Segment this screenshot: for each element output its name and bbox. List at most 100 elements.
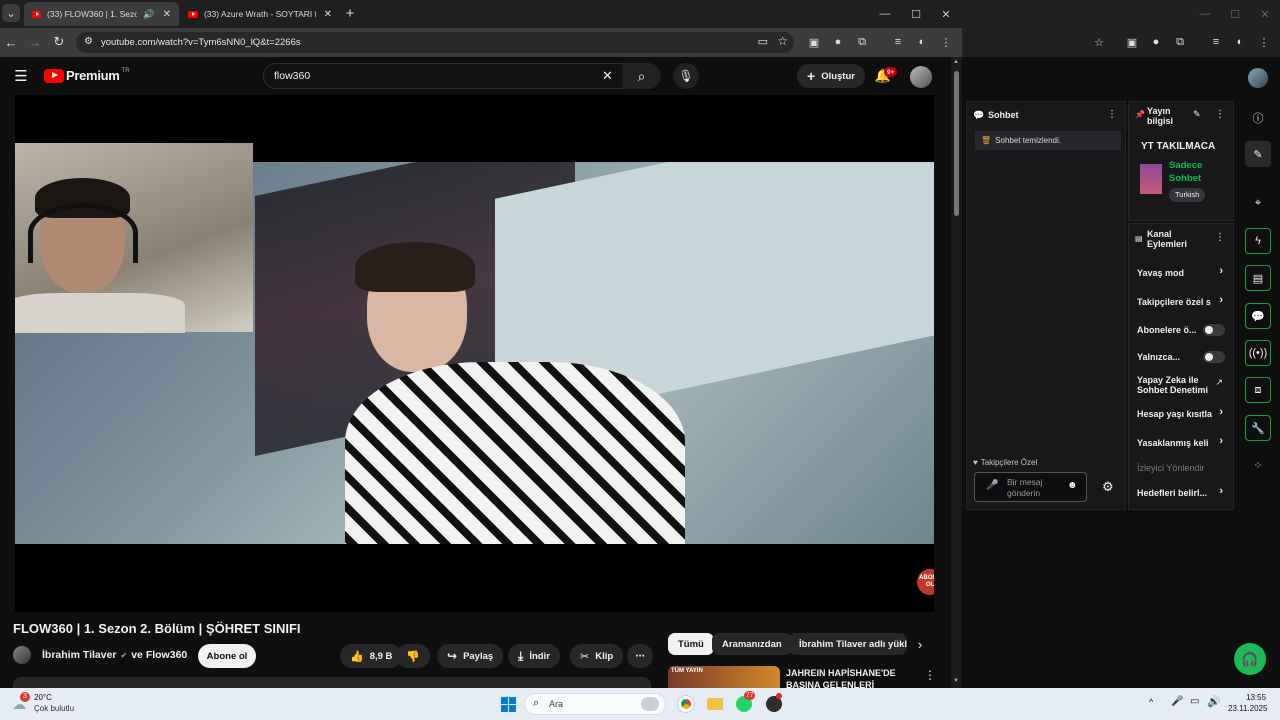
chat-icon[interactable]: 💬 xyxy=(1245,303,1271,329)
tab-close-icon[interactable]: ✕ xyxy=(163,9,171,20)
creator-avatar[interactable] xyxy=(1248,68,1268,88)
edit-pencil-icon[interactable]: ✎ xyxy=(1193,109,1201,120)
support-headset-button[interactable]: 🎧 xyxy=(1234,643,1266,675)
chip-channel-uploads[interactable]: İbrahim Tilaver adlı yükle xyxy=(789,633,907,655)
extensions-puzzle-icon[interactable]: ⧉ xyxy=(1171,33,1189,51)
clear-search-icon[interactable]: ✕ xyxy=(602,68,613,84)
only-row[interactable]: Yalnızca... xyxy=(1137,352,1203,362)
chip-all[interactable]: Tümü xyxy=(668,633,714,655)
scroll-down-arrow[interactable]: ▼ xyxy=(953,678,959,684)
subscribe-button[interactable]: Abone ol xyxy=(198,644,256,668)
page-scrollbar[interactable]: ▲ ▼ xyxy=(951,57,962,688)
slow-mode-row[interactable]: Yavaş mod xyxy=(1137,268,1229,278)
document-icon[interactable]: ▤ xyxy=(1245,265,1271,291)
file-explorer-icon[interactable] xyxy=(704,693,726,715)
tab-azure-wrath[interactable]: (33) Azure Wrath - SOYTARI fe ✕ xyxy=(180,2,340,26)
profile-icon[interactable]: ◐ xyxy=(913,33,931,51)
dislike-button[interactable]: 👎 xyxy=(396,644,430,668)
avatar[interactable] xyxy=(910,66,932,88)
wrench-icon[interactable]: 🔧 xyxy=(1245,415,1271,441)
back-icon[interactable]: ← xyxy=(2,33,20,51)
only-toggle[interactable] xyxy=(1203,351,1225,363)
subscribers-only-toggle[interactable] xyxy=(1203,324,1225,336)
chips-next-icon[interactable]: › xyxy=(912,635,928,653)
goals-row[interactable]: Hedefleri belirl... xyxy=(1137,488,1223,498)
tray-overflow-icon[interactable]: ^ xyxy=(1149,697,1153,707)
video-player[interactable]: ABONE OL xyxy=(15,95,934,612)
maximize-button[interactable]: ☐ xyxy=(901,4,931,24)
mic-icon[interactable]: 🎤 xyxy=(986,480,998,491)
tab-search-icon[interactable]: ⌄ xyxy=(2,4,20,22)
close-window-button[interactable]: ✕ xyxy=(1250,4,1280,24)
tray-network-icon[interactable]: ▭ xyxy=(1190,696,1199,707)
followers-only-row[interactable]: Takipçilere özel s xyxy=(1137,297,1223,307)
cast-icon[interactable]: ▭ xyxy=(758,35,768,48)
taskbar-search[interactable]: ⌕ Ara xyxy=(524,693,666,715)
stream-category[interactable]: Sadece Sohbet xyxy=(1169,159,1219,185)
account-age-row[interactable]: Hesap yaşı kısıtla xyxy=(1137,409,1223,419)
channel-name[interactable]: İbrahim Tilaver ✔ ve Flow360 xyxy=(42,649,187,661)
more-tools-icon[interactable]: ⁘ xyxy=(1245,452,1271,478)
youtube-logo[interactable]: Premium TR xyxy=(44,68,130,83)
close-window-button[interactable]: ✕ xyxy=(931,4,961,24)
new-tab-icon[interactable]: + xyxy=(341,4,359,22)
chip-from-search[interactable]: Aramanızdan xyxy=(712,633,792,655)
channel-avatar[interactable] xyxy=(13,646,31,664)
stream-info-menu-icon[interactable]: ⋮ xyxy=(1215,109,1225,120)
bookmark-star-icon[interactable]: ☆ xyxy=(1090,33,1108,51)
chat-menu-icon[interactable]: ⋮ xyxy=(1107,109,1117,120)
lightning-icon[interactable]: ϟ xyxy=(1245,228,1271,254)
weather-widget[interactable]: ☁ 3 20°C Çok bulutlu xyxy=(12,692,92,716)
download-button[interactable]: ⤓ İndir xyxy=(508,644,560,668)
media-control-icon[interactable]: ≡ xyxy=(1207,33,1225,51)
subscribers-only-row[interactable]: Abonelere ö... xyxy=(1137,325,1203,335)
extension-globe-icon[interactable]: ● xyxy=(1147,33,1165,51)
bookmark-star-icon[interactable]: ☆ xyxy=(777,34,788,48)
site-info-icon[interactable]: ⚙ xyxy=(84,36,93,47)
scroll-up-arrow[interactable]: ▲ xyxy=(953,59,959,65)
recommended-thumbnail[interactable]: TÜM YAYIN xyxy=(668,666,780,688)
scrollbar-thumb[interactable] xyxy=(954,71,959,216)
info-icon[interactable]: ⓘ xyxy=(1245,105,1271,131)
ai-moderation-row[interactable]: Yapay Zeka ile Sohbet Denetimi xyxy=(1137,375,1217,395)
chat-input[interactable]: 🎤 Bir mesaj gönderin ☻ xyxy=(974,472,1087,502)
media-control-icon[interactable]: ≡ xyxy=(889,33,907,51)
recommended-menu-icon[interactable]: ⋮ xyxy=(924,667,936,683)
pencil-icon[interactable]: ✎ xyxy=(1245,141,1271,167)
tab-close-icon[interactable]: ✕ xyxy=(324,9,332,20)
extension-icon[interactable]: ▣ xyxy=(1123,33,1141,51)
minimize-button[interactable]: — xyxy=(1190,4,1220,24)
video-manager-icon[interactable]: ⧈ xyxy=(1245,377,1271,403)
channel-actions-menu-icon[interactable]: ⋮ xyxy=(1215,232,1225,243)
voice-search-icon[interactable]: 🎙 xyxy=(673,63,699,89)
minimize-button[interactable]: — xyxy=(870,4,900,24)
extensions-puzzle-icon[interactable]: ⧉ xyxy=(853,33,871,51)
forward-icon[interactable]: → xyxy=(26,33,44,51)
audio-icon[interactable]: 🔊 xyxy=(143,9,154,20)
extension-icon[interactable]: ▣ xyxy=(805,33,823,51)
screenshot-icon[interactable]: ⌖ xyxy=(1245,190,1271,216)
profile-icon[interactable]: ◐ xyxy=(1231,33,1249,51)
language-tag[interactable]: Turkish xyxy=(1169,188,1206,202)
slow-mode-chevron-icon[interactable]: › xyxy=(1219,265,1223,277)
tray-volume-icon[interactable]: 🔊 xyxy=(1207,695,1221,708)
banned-words-chevron-icon[interactable]: › xyxy=(1219,435,1223,447)
banned-words-row[interactable]: Yasaklanmış keli xyxy=(1137,438,1223,448)
clip-button[interactable]: ✂ Klip xyxy=(570,644,624,668)
create-button[interactable]: + Oluştur xyxy=(797,64,865,88)
search-button[interactable]: ⌕ xyxy=(622,63,661,89)
recommended-title[interactable]: JAHREIN HAPİSHANE'DE BASINA GELENLERİ xyxy=(786,667,906,688)
hamburger-menu-icon[interactable]: ☰ xyxy=(12,67,30,85)
emoji-icon[interactable]: ☻ xyxy=(1067,480,1078,491)
more-actions-button[interactable]: ⋯ xyxy=(627,644,653,668)
description-box[interactable] xyxy=(13,677,651,688)
tab-flow360[interactable]: (33) FLOW360 | 1. Sezon 2. 🔊 ✕ xyxy=(24,2,179,26)
chrome-icon[interactable] xyxy=(675,693,697,715)
clock-date[interactable]: 23.11.2025 xyxy=(1228,704,1267,713)
like-button[interactable]: 👍 8,9 B xyxy=(340,644,403,668)
subscribe-watermark[interactable]: ABONE OL xyxy=(917,569,934,595)
address-bar[interactable]: ⚙ youtube.com/watch?v=Tym6sNN0_lQ&t=2266… xyxy=(76,32,794,53)
browser-menu-icon[interactable]: ⋮ xyxy=(1255,33,1273,51)
followers-only-chevron-icon[interactable]: › xyxy=(1219,294,1223,306)
reload-icon[interactable]: ↻ xyxy=(50,33,68,51)
